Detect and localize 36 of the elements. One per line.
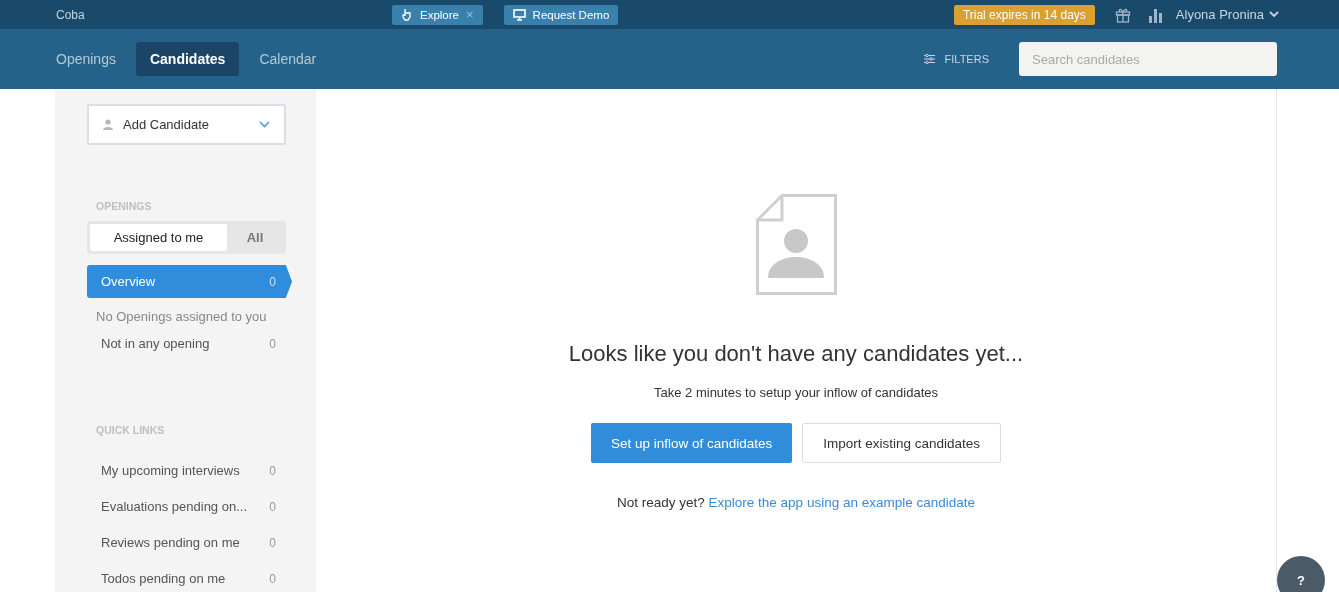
filters-button[interactable]: FILTERS — [917, 52, 995, 66]
explore-button[interactable]: Explore × — [392, 4, 483, 25]
sliders-icon — [923, 54, 935, 64]
prompt-text: Not ready yet? — [617, 495, 705, 510]
search-field[interactable]: Search candidates — [1019, 42, 1277, 76]
request-demo-button[interactable]: Request Demo — [503, 4, 619, 25]
quick-link[interactable]: Reviews pending on me 0 — [87, 526, 286, 559]
chevron-down-icon — [1269, 11, 1279, 18]
help-button[interactable]: ? — [1277, 556, 1325, 592]
quick-link[interactable]: Evaluations pending on... 0 — [87, 490, 286, 523]
gift-icon[interactable] — [1114, 6, 1131, 23]
chevron-down-icon — [259, 121, 270, 128]
add-candidate-dropdown[interactable]: Add Candidate — [87, 104, 286, 145]
hand-pointer-icon — [401, 8, 413, 21]
example-link[interactable]: Explore the app using an example candidate — [708, 495, 975, 510]
sidebar-item[interactable]: Overview 0 — [87, 265, 292, 298]
import-button[interactable]: Import existing candidates — [802, 423, 1002, 463]
nav-tab[interactable]: Candidates — [135, 42, 240, 76]
nav-tab[interactable]: Calendar — [245, 42, 331, 76]
segment-option[interactable]: Assigned to me — [90, 224, 227, 251]
quick-link[interactable]: My upcoming interviews 0 — [87, 454, 286, 487]
trial-badge: Trial expires in 14 days — [953, 4, 1095, 25]
person-icon — [103, 119, 113, 130]
empty-state-subtitle: Take 2 minutes to setup your inflow of candidates — [654, 385, 938, 400]
monitor-icon — [512, 8, 526, 21]
quick-link[interactable]: Todos pending on me 0 — [87, 562, 286, 592]
empty-note: No Openings assigned to you — [95, 308, 268, 326]
user-menu[interactable]: Alyona Pronina — [1175, 7, 1279, 22]
sidebar-item[interactable]: Not in any opening 0 — [87, 327, 286, 360]
setup-inflow-button[interactable]: Set up inflow of candidates — [590, 423, 793, 463]
candidate-document-icon — [755, 194, 837, 295]
nav-tab[interactable]: Openings — [42, 42, 130, 76]
bar-chart-icon[interactable] — [1147, 6, 1164, 23]
empty-state-title: Looks like you don't have any candidates yet... — [568, 341, 1024, 367]
segment-option[interactable]: All — [227, 224, 283, 251]
brand-name: Coba — [56, 7, 86, 22]
